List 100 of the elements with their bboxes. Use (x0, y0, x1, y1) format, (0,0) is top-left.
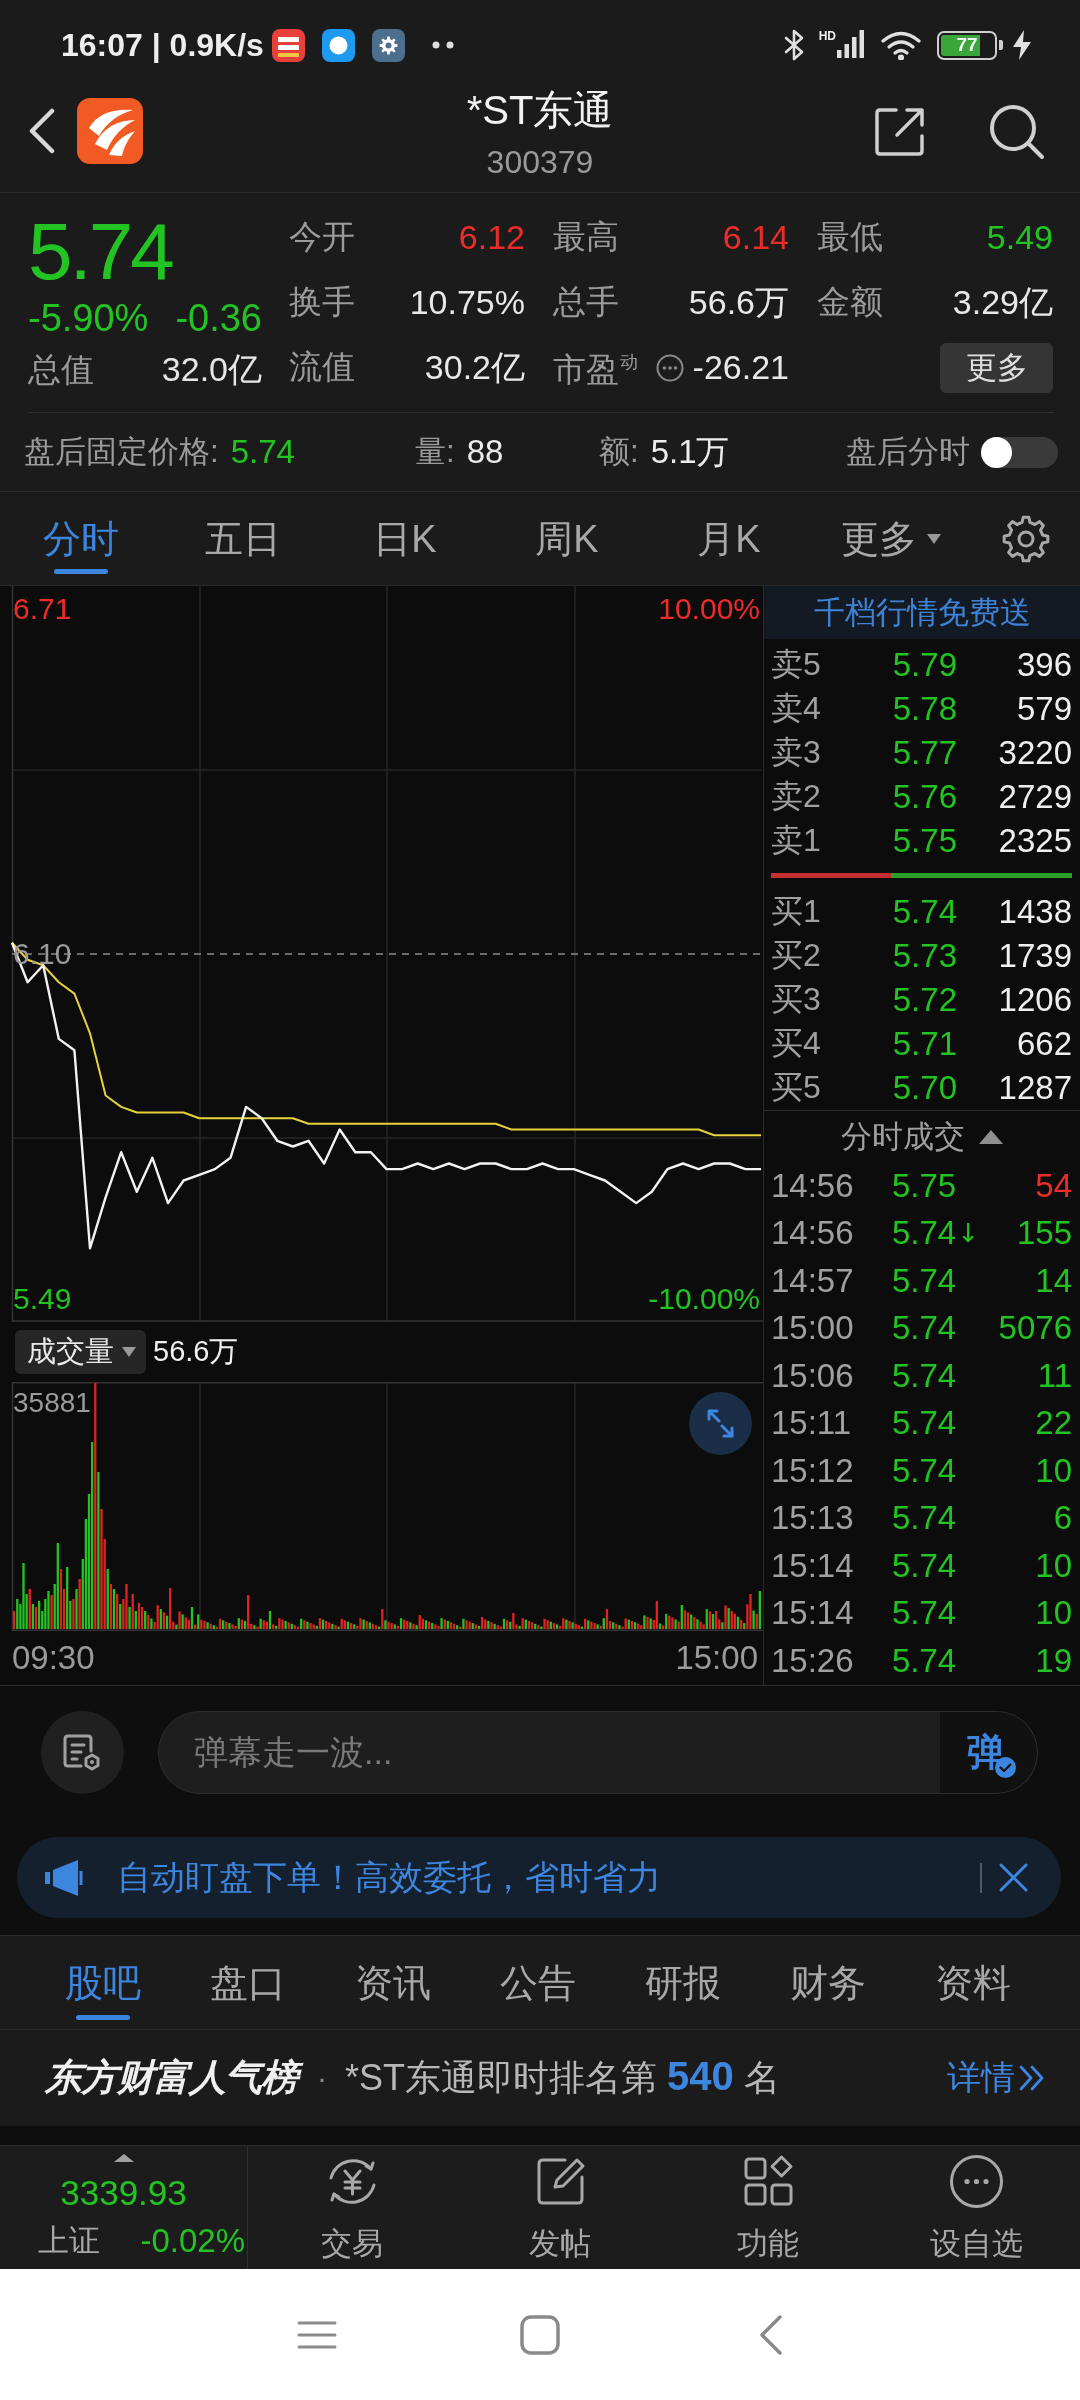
change-percent-label: 10.00% (658, 590, 760, 627)
separator-dot: · (317, 2061, 327, 2095)
trade-time: 15:06 (771, 1356, 855, 1395)
ellipsis-circle-icon[interactable] (655, 353, 684, 382)
ranking-text: *ST东通即时排名第 540 名 (345, 2053, 780, 2100)
stat-label: 最高 (553, 217, 619, 257)
trade-volume: 14 (1034, 1261, 1072, 1300)
trade-time: 15:11 (771, 1404, 853, 1443)
order-price: 5.74 (891, 893, 957, 931)
info-tab[interactable]: 资料 (900, 1936, 1045, 2029)
stat-label: 总值 (28, 349, 94, 390)
menu-icon[interactable] (297, 2320, 337, 2349)
after-hours-volume-label: 量: (415, 433, 455, 471)
settings-icon[interactable] (1002, 514, 1050, 563)
stat-value: 5.49 (986, 218, 1053, 257)
order-level-label: 买4 (771, 1024, 822, 1063)
trade-volume: 11 (1036, 1356, 1072, 1395)
chart-tab[interactable]: 分时 (0, 492, 162, 585)
order-price: 5.70 (891, 1069, 957, 1107)
trade-time: 14:56 (771, 1214, 855, 1253)
trade-volume: 10 (1034, 1546, 1072, 1585)
document-gear-icon[interactable] (41, 1711, 124, 1794)
trade-time: 14:57 (771, 1261, 855, 1300)
search-icon[interactable] (988, 103, 1045, 160)
stat-value: 6.12 (458, 218, 525, 257)
share-icon[interactable] (874, 105, 926, 158)
stat-value: -26.21 (692, 348, 789, 387)
index-value[interactable]: 3339.93 (60, 2173, 187, 2213)
chart-tab[interactable]: 月K (648, 492, 810, 585)
details-link[interactable]: 详情 (947, 2055, 1045, 2101)
volume-indicator-dropdown[interactable]: 成交量 (15, 1330, 146, 1374)
stock-name: *ST东通 (466, 87, 614, 134)
battery-percentage: 77 (955, 35, 979, 55)
info-tab[interactable]: 财务 (755, 1936, 900, 2029)
order-volume: 3220 (997, 734, 1072, 772)
trade-time: 15:14 (771, 1594, 855, 1633)
trade-price: 5.74 (892, 1451, 957, 1490)
info-tab[interactable]: 盘口 (175, 1936, 320, 2029)
order-volume: 1287 (997, 1069, 1072, 1107)
announcement-text[interactable]: 自动盯盘下单！高效委托，省时省力 (117, 1854, 661, 1901)
order-level-label: 卖2 (771, 777, 822, 816)
stat-value: 56.6万 (688, 281, 789, 323)
trade-time: 15:12 (771, 1451, 855, 1490)
triangle-icon[interactable] (979, 1129, 1003, 1144)
caret-icon (927, 534, 941, 544)
order-price: 5.73 (891, 937, 957, 975)
y-axis-label: 5.49 (13, 1281, 72, 1318)
ranking-title: 东方财富人气榜 (43, 2054, 305, 2102)
stat-label: 总手 (553, 282, 619, 322)
caret-icon (122, 1347, 136, 1357)
chart-tab[interactable]: 日K (324, 492, 486, 585)
trade-price: 5.74 (892, 1356, 957, 1395)
expand-icon[interactable] (689, 1392, 752, 1455)
order-level-label: 卖3 (771, 733, 822, 772)
time-axis-label: 09:30 (12, 1639, 95, 1677)
index-change: -0.02% (140, 2221, 245, 2261)
signal-icon (837, 30, 865, 58)
more-dots-icon (431, 41, 454, 49)
change-percent: -5.90% (28, 298, 149, 338)
order-level-label: 买2 (771, 936, 822, 975)
order-level-label: 卖5 (771, 645, 822, 684)
trade-price: 5.74 (892, 1404, 957, 1443)
nav-button[interactable]: 功能 (664, 2146, 872, 2269)
after-hours-amount: 5.1万 (650, 431, 730, 472)
trade-volume: 22 (1034, 1404, 1072, 1443)
trade-volume: 155 (1015, 1214, 1072, 1253)
info-tab[interactable]: 研报 (610, 1936, 755, 2029)
info-tab[interactable]: 资讯 (320, 1936, 465, 2029)
nav-button[interactable]: 交易 (248, 2146, 456, 2269)
trade-volume: 5076 (997, 1309, 1072, 1348)
toggle-switch[interactable] (981, 436, 1058, 468)
network-type-label: HD (818, 30, 836, 42)
trade-time: 15:26 (771, 1641, 855, 1680)
megaphone-icon (45, 1858, 83, 1897)
order-price: 5.76 (891, 778, 957, 816)
stat-value: 6.14 (722, 218, 789, 257)
gear-app-icon (371, 28, 405, 62)
nav-button[interactable]: 发帖 (456, 2146, 664, 2269)
order-level-label: 买5 (771, 1068, 822, 1107)
trade-price: 5.74 (892, 1214, 957, 1253)
home-icon[interactable] (520, 2314, 560, 2355)
change-amount: -0.36 (175, 298, 262, 338)
order-volume: 1739 (997, 937, 1072, 975)
order-price: 5.77 (891, 734, 957, 772)
close-icon[interactable] (999, 1863, 1028, 1892)
y-axis-label: 6.71 (13, 590, 72, 627)
expand-triangle-icon[interactable] (113, 2154, 134, 2162)
more-circle-icon (948, 2154, 1004, 2209)
more-button[interactable]: 更多 (940, 342, 1053, 393)
nav-button[interactable]: 设自选 (872, 2146, 1080, 2269)
chart-tab[interactable]: 周K (486, 492, 648, 585)
order-volume: 2325 (997, 822, 1072, 860)
info-tab[interactable]: 公告 (465, 1936, 610, 2029)
chart-tab[interactable]: 更多 (810, 492, 972, 585)
bluetooth-icon (783, 29, 804, 61)
stat-label: 换手 (289, 282, 355, 322)
order-price: 5.72 (891, 981, 957, 1019)
chart-tab[interactable]: 五日 (162, 492, 324, 585)
info-tab[interactable]: 股吧 (30, 1936, 175, 2029)
depth-promo-link[interactable]: 千档行情免费送 (764, 586, 1080, 639)
